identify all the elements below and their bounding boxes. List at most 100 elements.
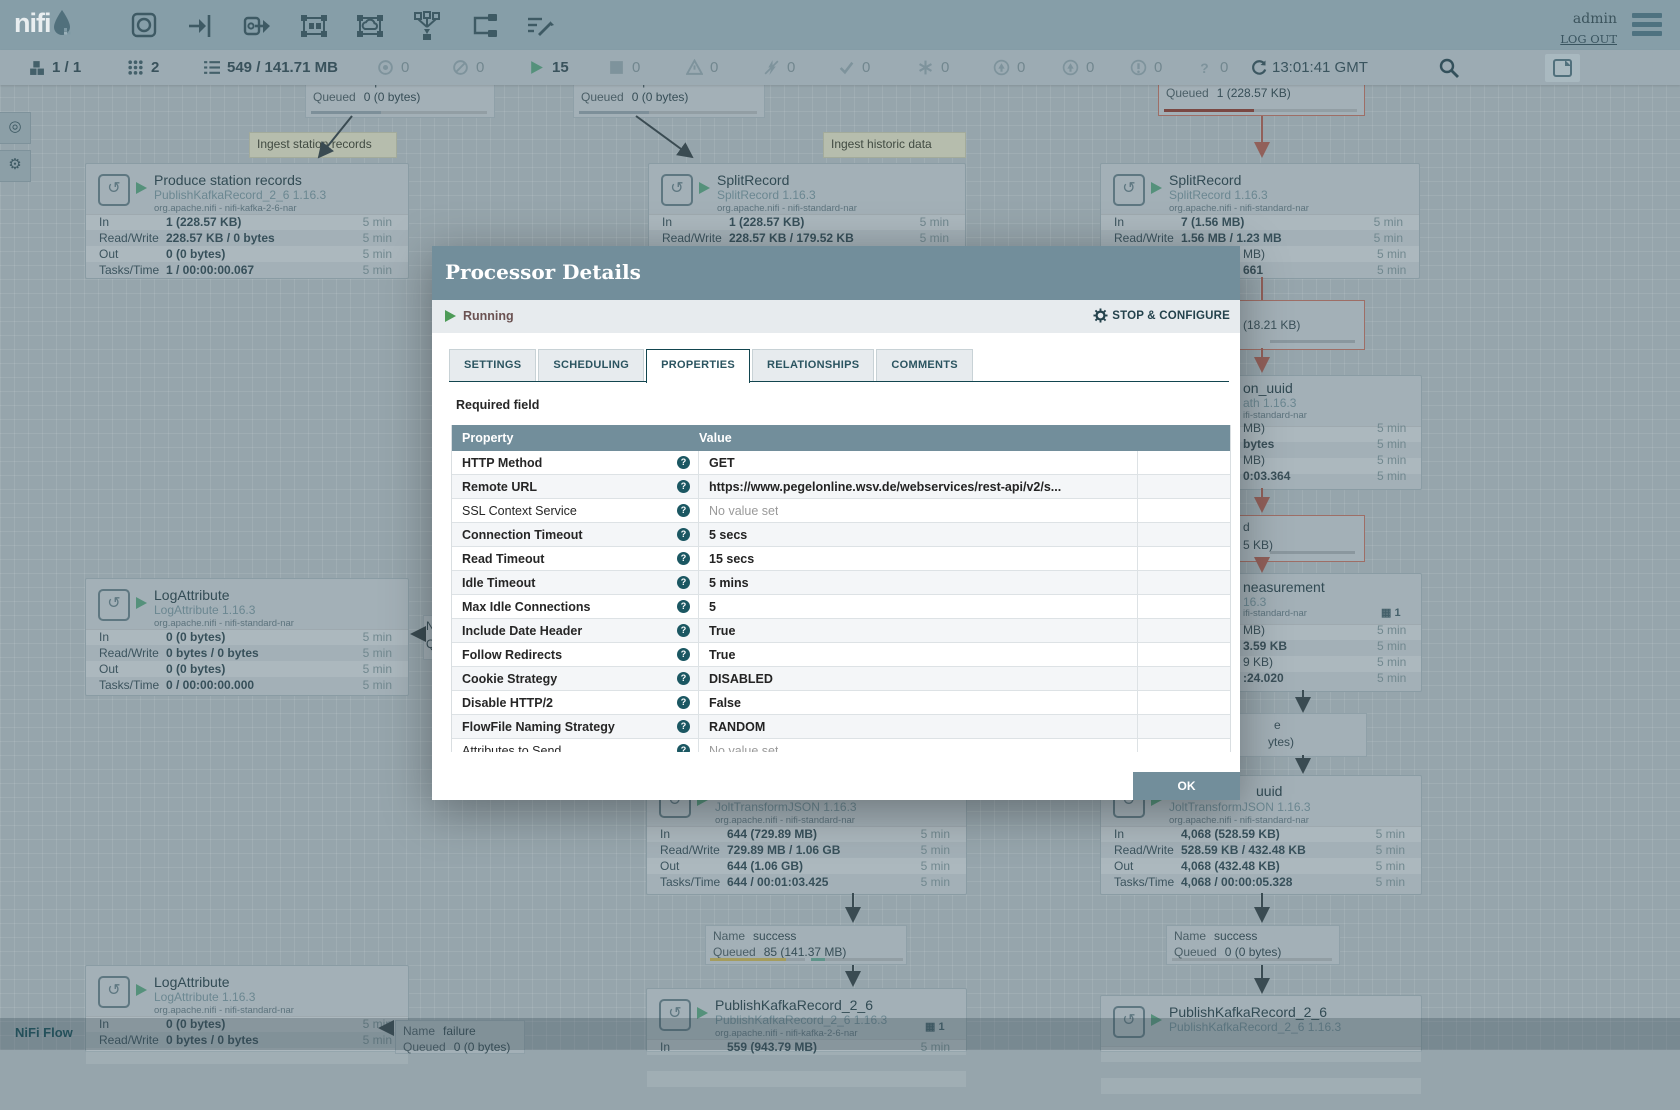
column-value: Value — [699, 431, 1138, 445]
help-icon[interactable]: ? — [677, 552, 690, 565]
svg-text:?: ? — [1200, 60, 1208, 76]
help-icon[interactable]: ? — [677, 720, 690, 733]
help-icon[interactable]: ? — [677, 504, 690, 517]
property-value-cell[interactable]: GET — [699, 451, 1138, 474]
property-name: Idle Timeout — [462, 576, 535, 590]
search-icon[interactable] — [1437, 56, 1461, 80]
status-stopped: 0 — [608, 50, 640, 85]
unknown-version-icon: ? — [1196, 59, 1213, 76]
property-value-cell[interactable]: True — [699, 643, 1138, 666]
username: admin — [1573, 11, 1617, 27]
transmitting-icon — [377, 59, 394, 76]
help-icon[interactable]: ? — [677, 648, 690, 661]
property-row: SSL Context Service?No value set — [452, 499, 1230, 523]
property-value-cell[interactable]: 5 mins — [699, 571, 1138, 594]
ok-button[interactable]: OK — [1133, 772, 1240, 800]
funnel-toolbar-icon[interactable] — [411, 10, 443, 42]
help-icon[interactable]: ? — [677, 480, 690, 493]
status-bar: 1 / 12549 / 141.71 MB001500000000?0 13:0… — [0, 50, 1680, 85]
property-row: Follow Redirects? True — [452, 643, 1230, 667]
property-value: DISABLED — [709, 672, 773, 686]
property-value-cell[interactable]: True — [699, 619, 1138, 642]
property-row: Connection Timeout? 5 secs — [452, 523, 1230, 547]
property-value: GET — [709, 456, 735, 470]
properties-table: Property Value HTTP Method?GETRemote URL… — [451, 425, 1231, 752]
property-value: 5 mins — [709, 576, 749, 590]
status-sync-failure: 0 — [1130, 50, 1162, 85]
property-value-cell[interactable]: RANDOM — [699, 715, 1138, 738]
property-row: Include Date Header?True — [452, 619, 1230, 643]
disabled-icon — [763, 59, 780, 76]
column-property: Property — [452, 431, 699, 445]
sync-failure-icon — [1130, 59, 1147, 76]
navigate-palette-icon[interactable]: ◎ — [0, 112, 31, 144]
property-value-cell[interactable]: 5 — [699, 595, 1138, 618]
property-value-cell[interactable]: 5 secs — [699, 523, 1138, 546]
property-name: Follow Redirects — [462, 648, 562, 662]
property-name: Connection Timeout — [462, 528, 583, 542]
last-refresh-time: 13:01:41 GMT — [1272, 50, 1368, 85]
property-row: HTTP Method?GET — [452, 451, 1230, 475]
property-value-cell[interactable]: DISABLED — [699, 667, 1138, 690]
up-to-date-icon — [838, 59, 855, 76]
logout-link[interactable]: LOG OUT — [1560, 32, 1617, 46]
status-transmitting: 0 — [377, 50, 409, 85]
locally-modified-stale-icon — [1062, 59, 1079, 76]
property-row: Disable HTTP/2?False — [452, 691, 1230, 715]
status-running: 15 — [528, 50, 569, 85]
breadcrumb[interactable]: NiFi Flow — [15, 1025, 73, 1040]
output-port-toolbar-icon[interactable] — [241, 10, 273, 42]
status-stale: 0 — [993, 50, 1025, 85]
label-toolbar-icon[interactable] — [524, 10, 556, 42]
property-value-cell[interactable]: False — [699, 691, 1138, 714]
birdseye-toggle-icon[interactable] — [1545, 54, 1580, 82]
tab-scheduling[interactable]: SCHEDULING — [538, 349, 644, 382]
input-port-toolbar-icon[interactable] — [185, 10, 217, 42]
operate-palette-icon[interactable]: ⚙ — [0, 150, 31, 182]
property-row: Idle Timeout? 5 mins — [452, 571, 1230, 595]
dialog-title: Processor Details — [445, 260, 641, 284]
property-value: True — [709, 624, 735, 638]
status-unknown-version: ?0 — [1196, 50, 1228, 85]
property-value: https://www.pegelonline.wsv.de/webservic… — [709, 480, 1061, 494]
required-field-label: Required field — [456, 398, 539, 412]
help-icon[interactable]: ? — [677, 600, 690, 613]
processor-toolbar-icon[interactable] — [128, 10, 160, 42]
process-group-toolbar-icon[interactable] — [298, 10, 330, 42]
not-transmitting-icon — [452, 59, 469, 76]
list-icon — [203, 59, 220, 76]
help-icon[interactable]: ? — [677, 528, 690, 541]
status-cluster: 1 / 1 — [28, 50, 81, 85]
tab-properties[interactable]: PROPERTIES — [646, 349, 750, 383]
help-icon[interactable]: ? — [677, 744, 690, 752]
tab-relationships[interactable]: RELATIONSHIPS — [752, 349, 874, 382]
stop-configure-button[interactable]: STOP & CONFIGURE — [1093, 308, 1230, 323]
help-icon[interactable]: ? — [677, 624, 690, 637]
running-icon — [445, 310, 456, 322]
property-name: Cookie Strategy — [462, 672, 557, 686]
property-name: Remote URL — [462, 480, 537, 494]
help-icon[interactable]: ? — [677, 672, 690, 685]
property-value-cell[interactable]: 15 secs — [699, 547, 1138, 570]
template-toolbar-icon[interactable] — [467, 10, 499, 42]
help-icon[interactable]: ? — [677, 456, 690, 469]
dialog-tabs: SETTINGS SCHEDULING PROPERTIES RELATIONS… — [449, 349, 975, 382]
property-row: Attributes to Send?No value set — [452, 739, 1230, 752]
stopped-icon — [608, 59, 625, 76]
locally-modified-icon — [917, 59, 934, 76]
tab-comments[interactable]: COMMENTS — [876, 349, 973, 382]
refresh-icon[interactable] — [1250, 50, 1268, 85]
property-value: 15 secs — [709, 552, 754, 566]
breadcrumb-bar: NiFi Flow — [0, 1018, 1680, 1050]
run-status-text: Running — [463, 309, 514, 323]
tab-settings[interactable]: SETTINGS — [449, 349, 536, 382]
property-value: No value set — [709, 744, 778, 753]
help-icon[interactable]: ? — [677, 576, 690, 589]
global-menu-icon[interactable] — [1632, 13, 1662, 39]
property-value-cell[interactable]: No value set — [699, 499, 1138, 522]
help-icon[interactable]: ? — [677, 696, 690, 709]
property-value-cell[interactable]: https://www.pegelonline.wsv.de/webservic… — [699, 475, 1138, 498]
property-value-cell[interactable]: No value set — [699, 739, 1138, 752]
property-value: No value set — [709, 504, 778, 518]
remote-process-group-toolbar-icon[interactable] — [354, 10, 386, 42]
